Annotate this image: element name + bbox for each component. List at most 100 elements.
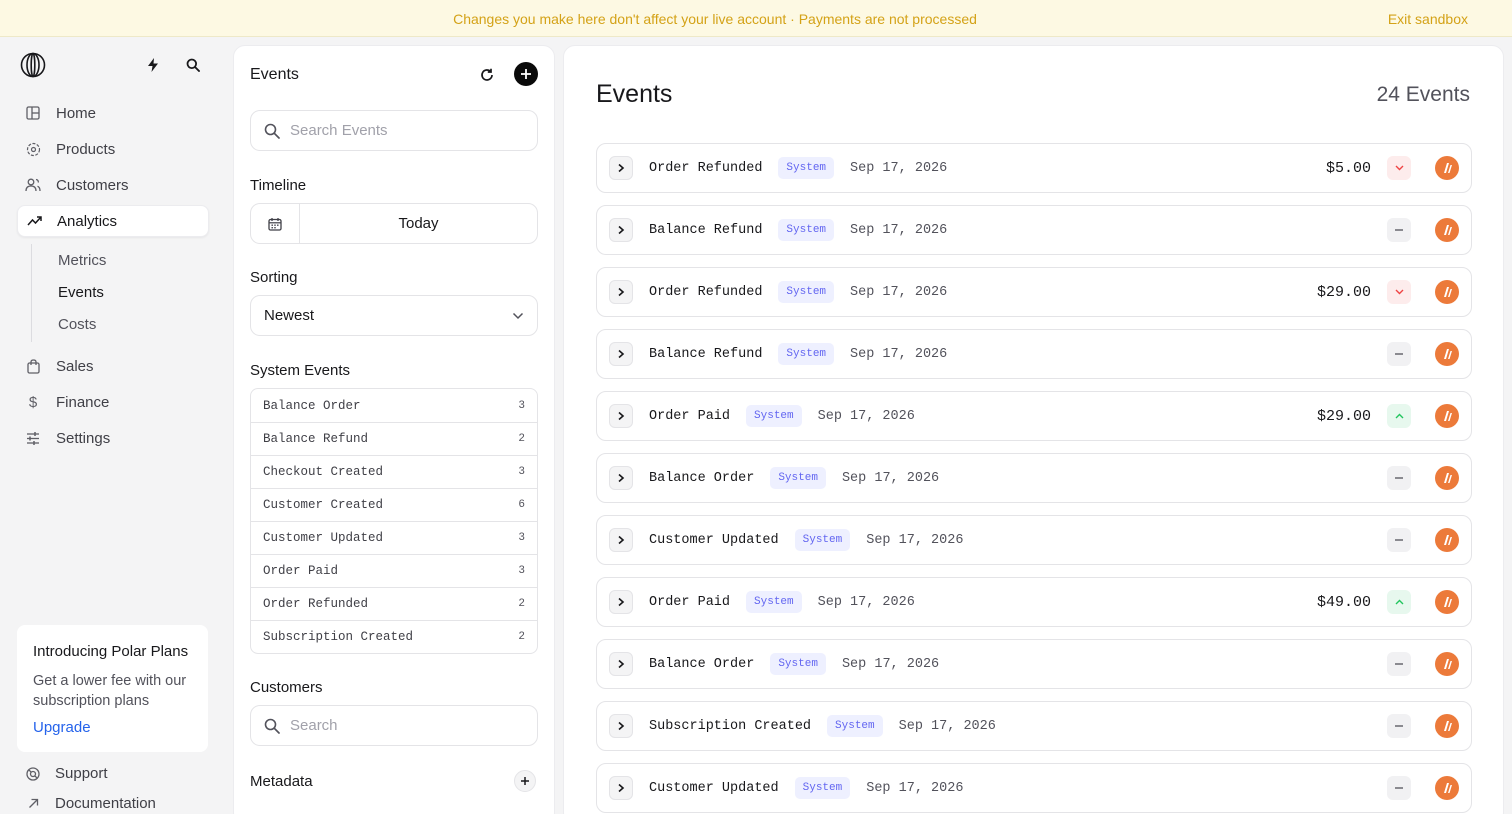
event-right xyxy=(1387,466,1459,490)
customer-avatar[interactable] xyxy=(1435,218,1459,242)
customer-avatar[interactable] xyxy=(1435,404,1459,428)
event-name: Order Refunded xyxy=(649,160,763,176)
system-event-row[interactable]: Customer Updated 3 xyxy=(251,521,537,554)
documentation-link[interactable]: Documentation xyxy=(25,795,156,812)
event-right xyxy=(1387,714,1459,738)
polar-logo-icon[interactable] xyxy=(20,52,46,78)
system-event-row[interactable]: Balance Refund 2 xyxy=(251,422,537,455)
chevron-right-icon xyxy=(617,163,625,173)
system-event-count: 2 xyxy=(518,433,525,445)
event-row[interactable]: Subscription Created System Sep 17, 2026 xyxy=(596,701,1472,751)
system-event-row[interactable]: Customer Created 6 xyxy=(251,488,537,521)
system-event-row[interactable]: Order Paid 3 xyxy=(251,554,537,587)
customer-avatar[interactable] xyxy=(1435,528,1459,552)
event-date: Sep 17, 2026 xyxy=(841,656,940,672)
event-date: Sep 17, 2026 xyxy=(850,222,948,238)
lightning-icon[interactable] xyxy=(143,55,163,75)
subnav-metrics[interactable]: Metrics xyxy=(58,252,106,269)
add-metadata-button[interactable] xyxy=(514,770,536,792)
system-event-row[interactable]: Order Refunded 2 xyxy=(251,587,537,620)
event-row[interactable]: Order Refunded System Sep 17, 2026 $29.00 xyxy=(596,267,1472,317)
search-events-field[interactable] xyxy=(250,110,538,151)
system-event-row[interactable]: Checkout Created 3 xyxy=(251,455,537,488)
event-row[interactable]: Balance Order System Sep 17, 2026 xyxy=(596,639,1472,689)
event-row[interactable]: Balance Order System Sep 17, 2026 xyxy=(596,453,1472,503)
system-event-row[interactable]: Balance Order 3 xyxy=(251,389,537,422)
chevron-right-icon xyxy=(617,349,625,359)
nav-finance[interactable]: $ Finance xyxy=(17,386,209,418)
bag-icon xyxy=(25,358,41,374)
sliders-icon xyxy=(25,430,41,446)
subnav-costs[interactable]: Costs xyxy=(58,316,96,333)
upgrade-link[interactable]: Upgrade xyxy=(33,719,91,736)
system-event-count: 6 xyxy=(518,499,525,511)
customer-avatar[interactable] xyxy=(1435,590,1459,614)
nav-home[interactable]: Home xyxy=(17,97,209,129)
search-icon[interactable] xyxy=(183,55,203,75)
expand-button[interactable] xyxy=(609,404,633,428)
event-date: Sep 17, 2026 xyxy=(866,780,964,796)
event-row[interactable]: Customer Updated System Sep 17, 2026 xyxy=(596,763,1472,813)
expand-button[interactable] xyxy=(609,776,633,800)
event-badge: System xyxy=(770,467,826,489)
customer-avatar[interactable] xyxy=(1435,776,1459,800)
expand-button[interactable] xyxy=(609,714,633,738)
expand-button[interactable] xyxy=(609,342,633,366)
expand-button[interactable] xyxy=(609,528,633,552)
event-date: Sep 17, 2026 xyxy=(850,346,948,362)
expand-button[interactable] xyxy=(609,652,633,676)
system-event-row[interactable]: Subscription Created 2 xyxy=(251,620,537,653)
system-event-count: 2 xyxy=(518,598,525,610)
customer-avatar[interactable] xyxy=(1435,342,1459,366)
subnav-events[interactable]: Events xyxy=(58,284,104,301)
event-date: Sep 17, 2026 xyxy=(866,532,964,548)
chevron-right-icon xyxy=(617,411,625,421)
nav-analytics-label: Analytics xyxy=(57,212,118,230)
expand-button[interactable] xyxy=(609,590,633,614)
sorting-select[interactable]: Newest xyxy=(250,295,538,336)
customers-search-field[interactable] xyxy=(250,705,538,746)
customer-avatar[interactable] xyxy=(1435,466,1459,490)
event-badge: System xyxy=(778,157,835,179)
chevron-right-icon xyxy=(617,597,625,607)
customer-avatar[interactable] xyxy=(1435,280,1459,304)
support-link[interactable]: Support xyxy=(25,765,108,782)
dash-icon xyxy=(1387,714,1411,738)
customers-search-input[interactable] xyxy=(290,717,510,734)
calendar-icon[interactable] xyxy=(251,204,300,243)
search-icon xyxy=(264,718,280,734)
refresh-icon[interactable] xyxy=(477,65,497,85)
event-row[interactable]: Order Paid System Sep 17, 2026 $29.00 xyxy=(596,391,1472,441)
add-event-button[interactable] xyxy=(514,62,538,86)
event-right: $5.00 xyxy=(1326,156,1459,180)
expand-button[interactable] xyxy=(609,218,633,242)
event-row[interactable]: Balance Refund System Sep 17, 2026 xyxy=(596,329,1472,379)
expand-button[interactable] xyxy=(609,466,633,490)
search-events-input[interactable] xyxy=(290,122,510,139)
expand-button[interactable] xyxy=(609,280,633,304)
chevron-right-icon xyxy=(617,659,625,669)
exit-sandbox-link[interactable]: Exit sandbox xyxy=(1388,11,1468,27)
system-events-label: System Events xyxy=(250,362,351,379)
support-icon xyxy=(25,766,41,781)
system-event-count: 3 xyxy=(518,399,525,412)
nav-settings[interactable]: Settings xyxy=(17,422,209,454)
nav-sales[interactable]: Sales xyxy=(17,350,209,382)
customer-avatar[interactable] xyxy=(1435,714,1459,738)
nav-settings-label: Settings xyxy=(56,429,111,447)
nav-products[interactable]: Products xyxy=(17,133,209,165)
nav-customers[interactable]: Customers xyxy=(17,169,209,201)
customer-avatar[interactable] xyxy=(1435,156,1459,180)
event-name: Customer Updated xyxy=(649,532,779,548)
nav-analytics[interactable]: Analytics xyxy=(17,205,209,237)
event-row[interactable]: Order Refunded System Sep 17, 2026 $5.00 xyxy=(596,143,1472,193)
timeline-today-button[interactable]: Today xyxy=(300,204,537,243)
event-row[interactable]: Order Paid System Sep 17, 2026 $49.00 xyxy=(596,577,1472,627)
customer-avatar[interactable] xyxy=(1435,652,1459,676)
event-row[interactable]: Balance Refund System Sep 17, 2026 xyxy=(596,205,1472,255)
event-row[interactable]: Customer Updated System Sep 17, 2026 xyxy=(596,515,1472,565)
event-name: Order Paid xyxy=(649,594,731,610)
system-events-list: Balance Order 3 Balance Refund 2 Checkout … xyxy=(250,388,538,654)
expand-button[interactable] xyxy=(609,156,633,180)
system-event-name: Checkout Created xyxy=(263,465,384,479)
